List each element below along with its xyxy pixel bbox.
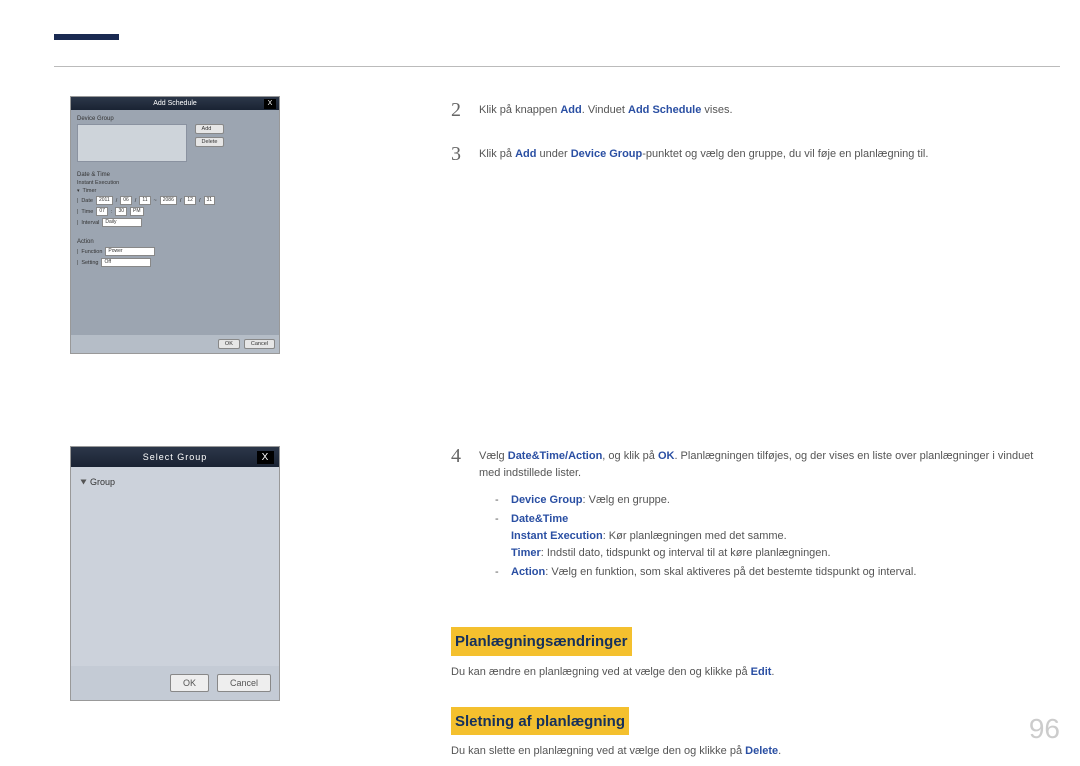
function-select[interactable]: Power — [105, 247, 155, 256]
step-number: 3 — [451, 144, 465, 164]
text: . Vinduet — [582, 104, 628, 116]
text: : Vælg en gruppe. — [583, 494, 670, 506]
dialog2-title-text: Select Group — [143, 452, 208, 462]
page-number: 96 — [1029, 713, 1060, 745]
time-min[interactable]: 30 — [115, 207, 127, 216]
instant-execution-option[interactable]: Instant Execution — [77, 180, 119, 186]
sub-device-group: - Device Group: Vælg en gruppe. — [495, 492, 1055, 509]
ok-button[interactable]: OK — [218, 339, 240, 349]
keyword-device-group: Device Group — [511, 494, 583, 506]
keyword-add: Add — [560, 104, 581, 116]
function-label: Function — [81, 249, 102, 255]
close-icon[interactable]: X — [264, 99, 276, 109]
text: . — [778, 745, 781, 757]
dialog2-title: Select Group X — [71, 447, 279, 467]
time-label: Time — [81, 209, 93, 215]
sub-datetime: - Date&Time Instant Execution: Kør planl… — [495, 511, 1055, 562]
header-accent — [54, 34, 119, 40]
cancel-button[interactable]: Cancel — [217, 674, 271, 692]
text: Klik på — [479, 148, 515, 160]
text: : Kør planlægningen med det samme. — [603, 530, 787, 542]
group-tree[interactable]: Group — [71, 467, 279, 666]
sub-action: - Action: Vælg en funktion, som skal akt… — [495, 564, 1055, 581]
keyword-ok: OK — [658, 450, 675, 462]
text: Klik på knappen — [479, 104, 560, 116]
device-group-label: Device Group — [77, 116, 273, 122]
date-label: Date — [81, 198, 93, 204]
keyword-timer: Timer — [511, 547, 541, 559]
ok-button[interactable]: OK — [170, 674, 209, 692]
text: Du kan slette en planlægning ved at vælg… — [451, 745, 745, 757]
cancel-button[interactable]: Cancel — [244, 339, 275, 349]
section-delete-text: Du kan slette en planlægning ved at vælg… — [451, 743, 1055, 760]
add-schedule-dialog-screenshot: Add Schedule X Device Group Add Delete D… — [70, 96, 280, 354]
date-day-1[interactable]: 11 — [139, 196, 150, 205]
keyword-device-group: Device Group — [571, 148, 643, 160]
step-4-and-sections: 4 Vælg Date&Time/Action, og klik på OK. … — [451, 446, 1055, 766]
keyword-add: Add — [515, 148, 536, 160]
instruction-text: 2 Klik på knappen Add. Vinduet Add Sched… — [451, 100, 1055, 188]
time-ampm[interactable]: PM — [130, 207, 144, 216]
interval-label: Interval — [81, 220, 99, 226]
header-rule — [54, 66, 1060, 67]
text: Vælg — [479, 450, 508, 462]
text: vises. — [701, 104, 732, 116]
dialog1-title: Add Schedule X — [71, 97, 279, 110]
text: , og klik på — [602, 450, 658, 462]
device-group-listbox[interactable] — [77, 124, 187, 162]
setting-select[interactable]: Off — [101, 258, 151, 267]
select-group-dialog-screenshot: Select Group X Group OK Cancel — [70, 446, 280, 701]
step-number: 2 — [451, 100, 465, 120]
dialog1-title-text: Add Schedule — [153, 100, 197, 107]
date-month-2[interactable]: 12 — [184, 196, 196, 205]
tree-root-label[interactable]: Group — [90, 477, 115, 487]
time-hour[interactable]: 07 — [96, 207, 108, 216]
text: under — [536, 148, 570, 160]
date-day-2[interactable]: 31 — [204, 196, 216, 205]
text: : Indstil dato, tidspunkt og interval ti… — [541, 547, 831, 559]
interval-select[interactable]: Daily — [102, 218, 142, 227]
date-month-1[interactable]: 06 — [120, 196, 132, 205]
close-icon[interactable]: X — [257, 451, 274, 464]
setting-label: Setting — [81, 260, 98, 266]
keyword-datetime: Date&Time — [511, 513, 568, 525]
add-button[interactable]: Add — [195, 124, 225, 134]
date-year-1[interactable]: 2011 — [96, 196, 113, 205]
step-2: 2 Klik på knappen Add. Vinduet Add Sched… — [451, 100, 1055, 120]
step-number: 4 — [451, 446, 465, 466]
text: : Vælg en funktion, som skal aktiveres p… — [545, 566, 916, 578]
keyword-edit: Edit — [751, 666, 772, 678]
action-label: Action — [77, 239, 273, 245]
keyword-datetime-action: Date&Time/Action — [508, 450, 603, 462]
delete-button[interactable]: Delete — [195, 137, 225, 147]
keyword-instant-exec: Instant Execution — [511, 530, 603, 542]
step-4: 4 Vælg Date&Time/Action, og klik på OK. … — [451, 446, 1055, 583]
tree-expand-icon[interactable] — [81, 480, 87, 485]
date-year-2[interactable]: 2086 — [160, 196, 177, 205]
section-changes-title: Planlægningsændringer — [451, 627, 632, 655]
keyword-action: Action — [511, 566, 545, 578]
datetime-label: Date & Time — [77, 172, 273, 178]
keyword-delete: Delete — [745, 745, 778, 757]
section-changes-text: Du kan ændre en planlægning ved at vælge… — [451, 664, 1055, 681]
step-3: 3 Klik på Add under Device Group-punktet… — [451, 144, 1055, 164]
keyword-add-schedule: Add Schedule — [628, 104, 701, 116]
text: Du kan ændre en planlægning ved at vælge… — [451, 666, 751, 678]
text: -punktet og vælg den gruppe, du vil føje… — [642, 148, 928, 160]
text: . — [771, 666, 774, 678]
timer-option[interactable]: Timer — [83, 188, 97, 194]
section-delete-title: Sletning af planlægning — [451, 707, 629, 735]
